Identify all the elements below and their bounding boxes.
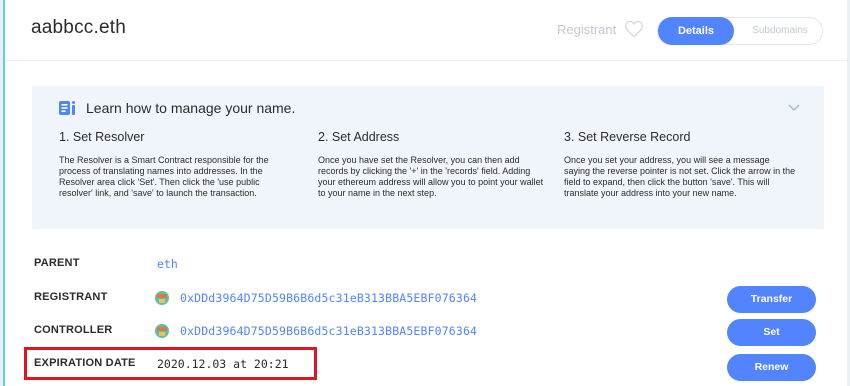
registrant-link[interactable]: Registrant bbox=[557, 22, 616, 37]
step-title: 1. Set Resolver bbox=[59, 130, 145, 144]
step-set-reverse-record: 3. Set Reverse Record Once you set your … bbox=[564, 130, 796, 199]
learn-title: Learn how to manage your name. bbox=[86, 100, 296, 116]
renew-button[interactable]: Renew bbox=[727, 354, 816, 381]
controller-label: CONTROLLER bbox=[34, 324, 113, 336]
tab-subdomains[interactable]: Subdomains bbox=[738, 18, 822, 44]
header: aabbcc.eth Registrant Details Subdomains bbox=[5, 0, 847, 61]
expiration-value: 2020.12.03 at 20:21 bbox=[157, 357, 289, 371]
step-text: The Resolver is a Smart Contract respons… bbox=[59, 155, 269, 198]
step-set-address: 2. Set Address Once you have set the Res… bbox=[318, 130, 550, 199]
step-title: 2. Set Address bbox=[318, 130, 400, 144]
tab-details[interactable]: Details bbox=[658, 17, 734, 45]
chevron-down-icon[interactable] bbox=[788, 104, 800, 112]
transfer-button[interactable]: Transfer bbox=[727, 286, 816, 313]
step-title: 3. Set Reverse Record bbox=[564, 130, 691, 144]
parent-value[interactable]: eth bbox=[157, 257, 178, 271]
expiration-label: EXPIRATION DATE bbox=[34, 357, 136, 369]
name-details-card: aabbcc.eth Registrant Details Subdomains… bbox=[3, 0, 847, 386]
info-icon bbox=[59, 101, 75, 115]
view-tabs: Details Subdomains bbox=[657, 17, 823, 45]
step-set-resolver: 1. Set Resolver The Resolver is a Smart … bbox=[59, 130, 291, 199]
step-text: Once you set your address, you will see … bbox=[564, 155, 796, 198]
learn-panel: Learn how to manage your name. 1. Set Re… bbox=[32, 86, 824, 229]
registrant-avatar bbox=[155, 291, 169, 305]
registrant-label: REGISTRANT bbox=[34, 291, 108, 303]
step-text: Once you have set the Resolver, you can … bbox=[318, 155, 544, 198]
set-controller-button[interactable]: Set bbox=[727, 319, 816, 346]
parent-label: PARENT bbox=[34, 257, 80, 269]
controller-address[interactable]: 0xDDd3964D75D59B6B6d5c31eB313BBA5EBF0763… bbox=[180, 324, 477, 338]
controller-avatar bbox=[155, 324, 169, 338]
registrant-address[interactable]: 0xDDd3964D75D59B6B6d5c31eB313BBA5EBF0763… bbox=[180, 291, 477, 305]
heart-icon[interactable] bbox=[624, 19, 644, 39]
domain-name: aabbcc.eth bbox=[31, 17, 126, 38]
